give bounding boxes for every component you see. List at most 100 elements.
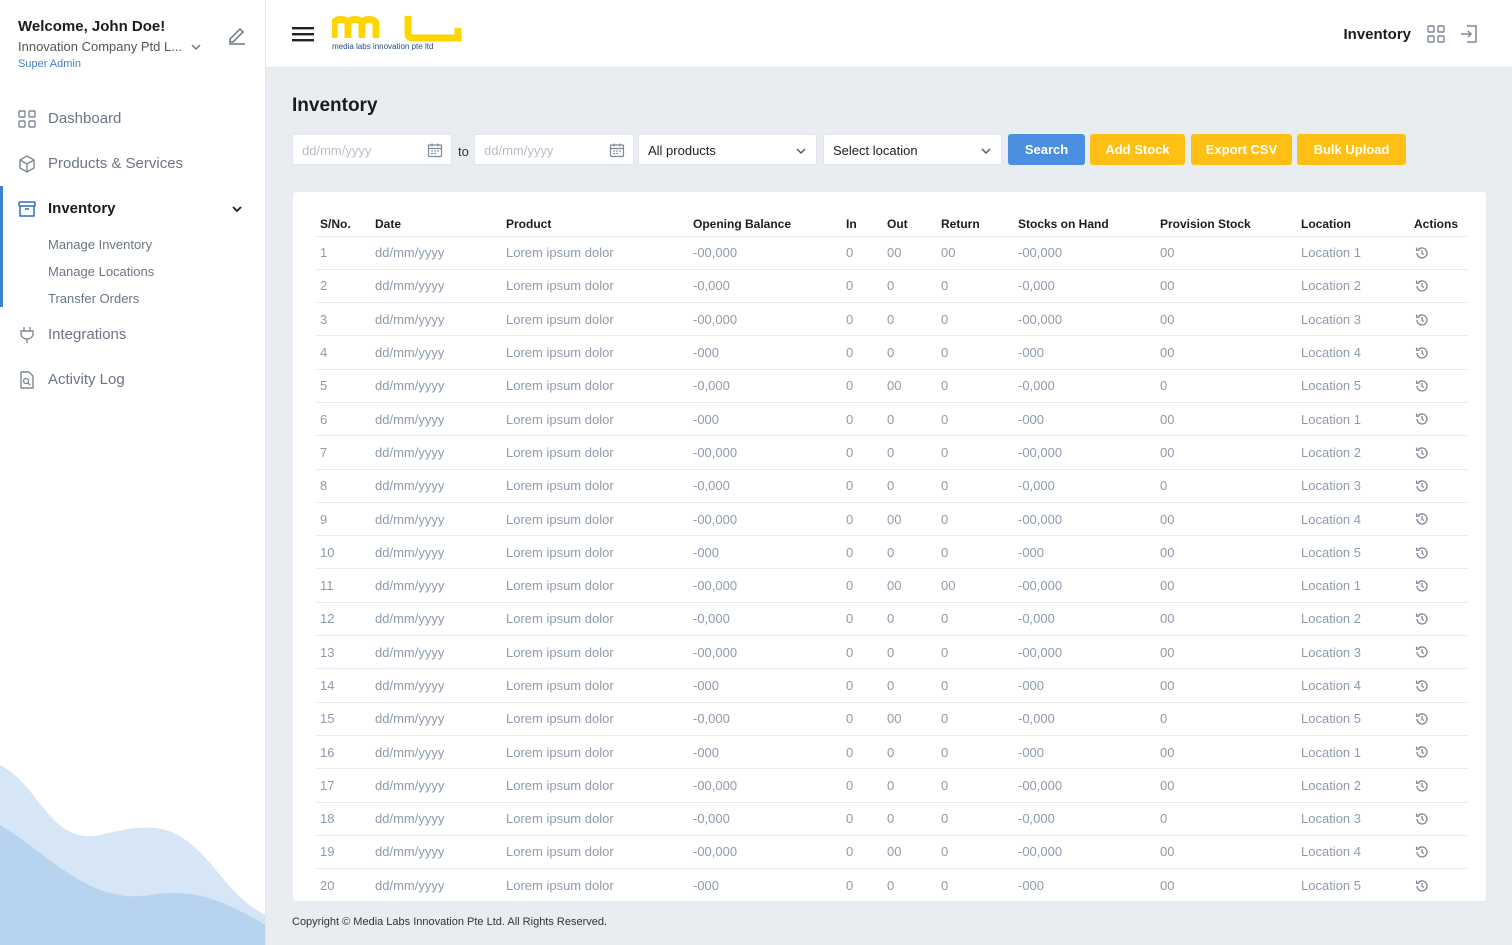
logout-icon[interactable] xyxy=(1459,24,1479,44)
history-icon[interactable] xyxy=(1414,445,1430,461)
cell-location: Location 2 xyxy=(1296,268,1409,303)
box-icon xyxy=(18,154,36,173)
sidebar-subitem-transfer-orders[interactable]: Transfer Orders xyxy=(48,285,265,312)
sidebar-item-inventory[interactable]: Inventory xyxy=(0,186,265,231)
hamburger-menu-icon[interactable] xyxy=(292,24,314,44)
cell-actions[interactable] xyxy=(1409,235,1468,270)
sidebar-item-products-services[interactable]: Products & Services xyxy=(0,141,265,186)
sidebar-item-dashboard[interactable]: Dashboard xyxy=(0,96,265,141)
search-button[interactable]: Search xyxy=(1008,134,1085,165)
sidebar-subitem-manage-inventory[interactable]: Manage Inventory xyxy=(48,231,265,258)
edit-icon[interactable] xyxy=(226,24,248,46)
history-icon[interactable] xyxy=(1414,744,1430,760)
cell-product: Lorem ipsum dolor xyxy=(501,368,688,403)
sidebar: Welcome, John Doe! Innovation Company Pt… xyxy=(0,0,266,945)
calendar-icon[interactable] xyxy=(427,142,443,158)
inventory-table: S/No. Date Product Opening Balance In Out Retu… xyxy=(315,212,1468,902)
history-icon[interactable] xyxy=(1414,312,1430,328)
company-selector[interactable]: Innovation Company Ptd L... xyxy=(18,39,250,54)
cell-product: Lorem ipsum dolor xyxy=(501,568,688,603)
cell-actions[interactable] xyxy=(1409,768,1468,803)
history-icon[interactable] xyxy=(1414,345,1430,361)
history-icon[interactable] xyxy=(1414,878,1430,894)
cell-opening-balance: -00,000 xyxy=(688,768,841,803)
sidebar-item-activity-log[interactable]: Activity Log xyxy=(0,357,265,402)
cell-in: 0 xyxy=(841,568,882,603)
column-header-stocks-on-hand: Stocks on Hand xyxy=(1018,216,1109,231)
chevron-down-icon[interactable] xyxy=(230,202,244,216)
cell-sno: 6 xyxy=(315,401,370,436)
sidebar-item-label: Inventory xyxy=(48,200,116,217)
cell-in: 0 xyxy=(841,734,882,769)
cell-out: 00 xyxy=(882,568,936,603)
bulk-upload-button[interactable]: Bulk Upload xyxy=(1297,134,1406,165)
date-to-input[interactable]: dd/mm/yyyy xyxy=(474,134,634,165)
cell-in: 0 xyxy=(841,635,882,669)
cell-provision-stock: 00 xyxy=(1155,601,1296,636)
cell-sno: 4 xyxy=(315,335,370,370)
cell-actions[interactable] xyxy=(1409,834,1468,869)
table-row: 16 dd/mm/yyyy Lorem ipsum dolor -000 0 0 0 -000… xyxy=(315,734,1468,769)
cell-actions[interactable] xyxy=(1409,501,1468,536)
history-icon[interactable] xyxy=(1414,578,1430,594)
location-select[interactable]: Select location xyxy=(823,134,1002,165)
cell-actions[interactable] xyxy=(1409,801,1468,836)
history-icon[interactable] xyxy=(1414,678,1430,694)
cell-actions[interactable] xyxy=(1409,535,1468,569)
cell-location: Location 4 xyxy=(1296,668,1409,703)
cell-actions[interactable] xyxy=(1409,701,1468,736)
history-icon[interactable] xyxy=(1414,511,1430,527)
cell-actions[interactable] xyxy=(1409,401,1468,436)
date-to-placeholder: dd/mm/yyyy xyxy=(484,143,554,158)
history-icon[interactable] xyxy=(1414,378,1430,394)
history-icon[interactable] xyxy=(1414,411,1430,427)
history-icon[interactable] xyxy=(1414,811,1430,827)
cell-stocks-on-hand: -000 xyxy=(1013,335,1155,370)
cell-actions[interactable] xyxy=(1409,601,1468,636)
sidebar-subitem-manage-locations[interactable]: Manage Locations xyxy=(48,258,265,285)
cell-return: 0 xyxy=(936,435,1013,470)
apps-grid-icon[interactable] xyxy=(1426,24,1446,44)
cell-actions[interactable] xyxy=(1409,268,1468,303)
cell-return: 0 xyxy=(936,468,1013,503)
cell-location: Location 5 xyxy=(1296,868,1409,902)
cell-sno: 10 xyxy=(315,535,370,569)
cell-date: dd/mm/yyyy xyxy=(370,335,501,370)
cell-actions[interactable] xyxy=(1409,668,1468,703)
history-icon[interactable] xyxy=(1414,278,1430,294)
cell-stocks-on-hand: -0,000 xyxy=(1013,468,1155,503)
history-icon[interactable] xyxy=(1414,545,1430,561)
date-from-input[interactable]: dd/mm/yyyy xyxy=(292,134,452,165)
cell-actions[interactable] xyxy=(1409,368,1468,403)
cell-location: Location 3 xyxy=(1296,468,1409,503)
cell-actions[interactable] xyxy=(1409,868,1468,902)
cell-stocks-on-hand: -000 xyxy=(1013,535,1155,569)
cell-out: 00 xyxy=(882,235,936,270)
history-icon[interactable] xyxy=(1414,478,1430,494)
cell-return: 0 xyxy=(936,302,1013,336)
cell-out: 00 xyxy=(882,501,936,536)
sidebar-item-integrations[interactable]: Integrations xyxy=(0,312,265,357)
cell-actions[interactable] xyxy=(1409,734,1468,769)
cell-provision-stock: 0 xyxy=(1155,368,1296,403)
history-icon[interactable] xyxy=(1414,611,1430,627)
history-icon[interactable] xyxy=(1414,778,1430,794)
history-icon[interactable] xyxy=(1414,711,1430,727)
cell-in: 0 xyxy=(841,834,882,869)
add-stock-button[interactable]: Add Stock xyxy=(1090,134,1185,165)
cell-out: 00 xyxy=(882,368,936,403)
product-select[interactable]: All products xyxy=(638,134,817,165)
history-icon[interactable] xyxy=(1414,245,1430,261)
export-csv-button[interactable]: Export CSV xyxy=(1191,134,1292,165)
cell-actions[interactable] xyxy=(1409,335,1468,370)
cell-actions[interactable] xyxy=(1409,568,1468,603)
cell-out: 0 xyxy=(882,468,936,503)
calendar-icon[interactable] xyxy=(609,142,625,158)
history-icon[interactable] xyxy=(1414,844,1430,860)
cell-actions[interactable] xyxy=(1409,302,1468,336)
cell-actions[interactable] xyxy=(1409,435,1468,470)
history-icon[interactable] xyxy=(1414,644,1430,660)
table-row: 17 dd/mm/yyyy Lorem ipsum dolor -00,000 0 0 0-… xyxy=(315,768,1468,803)
cell-actions[interactable] xyxy=(1409,468,1468,503)
cell-actions[interactable] xyxy=(1409,635,1468,669)
